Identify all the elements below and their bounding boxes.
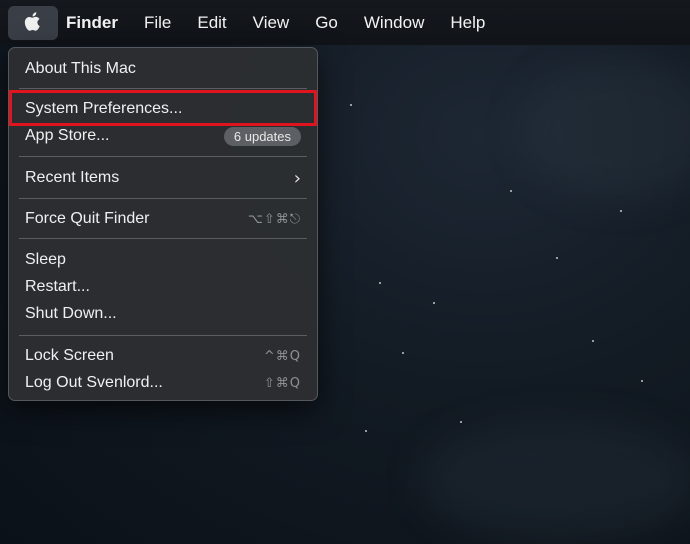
- menu-view[interactable]: View: [253, 13, 290, 33]
- menu-item-app-store[interactable]: App Store... 6 updates: [25, 124, 301, 148]
- chevron-right-icon: ›: [293, 167, 301, 189]
- menu-separator: [19, 335, 307, 336]
- menu-item-label: Shut Down...: [25, 305, 117, 322]
- menu-file[interactable]: File: [144, 13, 171, 33]
- menu-item-sleep[interactable]: Sleep: [25, 248, 301, 272]
- menu-item-label: Recent Items: [25, 169, 120, 186]
- menu-item-label: Force Quit Finder: [25, 210, 150, 227]
- menu-item-label: About This Mac: [25, 60, 136, 77]
- menu-go[interactable]: Go: [315, 13, 338, 33]
- menu-item-shut-down[interactable]: Shut Down...: [25, 302, 301, 326]
- keyboard-shortcut: ⌥⇧⌘⎋: [247, 211, 301, 227]
- menu-bar: Finder File Edit View Go Window Help: [0, 0, 690, 45]
- menu-item-label: Log Out Svenlord...: [25, 374, 163, 391]
- menu-separator: [19, 88, 307, 89]
- apple-menu-button[interactable]: [8, 5, 58, 40]
- menu-separator: [19, 156, 307, 157]
- menu-separator: [19, 238, 307, 239]
- highlight-box: [9, 90, 317, 126]
- menu-item-log-out[interactable]: Log Out Svenlord... ⇧⌘Q: [25, 371, 301, 395]
- keyboard-shortcut: ^⌘Q: [263, 348, 301, 364]
- menu-item-restart[interactable]: Restart...: [25, 275, 301, 299]
- menu-separator: [19, 198, 307, 199]
- menu-item-label: Restart...: [25, 278, 90, 295]
- menu-item-label: App Store...: [25, 127, 110, 144]
- updates-badge: 6 updates: [223, 126, 301, 146]
- keyboard-shortcut: ⇧⌘Q: [263, 375, 301, 391]
- menu-item-label: Sleep: [25, 251, 66, 268]
- menu-help[interactable]: Help: [450, 13, 485, 33]
- menu-item-label: Lock Screen: [25, 347, 114, 364]
- menu-edit[interactable]: Edit: [197, 13, 226, 33]
- menu-window[interactable]: Window: [364, 13, 424, 33]
- menu-item-force-quit-finder[interactable]: Force Quit Finder ⌥⇧⌘⎋: [25, 207, 301, 231]
- apple-logo-icon: [24, 12, 40, 31]
- menu-item-recent-items[interactable]: Recent Items ›: [25, 166, 301, 190]
- menu-finder[interactable]: Finder: [66, 13, 118, 33]
- menu-item-about-this-mac[interactable]: About This Mac: [25, 57, 301, 81]
- apple-dropdown-menu: About This Mac System Preferences... App…: [8, 47, 318, 401]
- menu-item-lock-screen[interactable]: Lock Screen ^⌘Q: [25, 344, 301, 368]
